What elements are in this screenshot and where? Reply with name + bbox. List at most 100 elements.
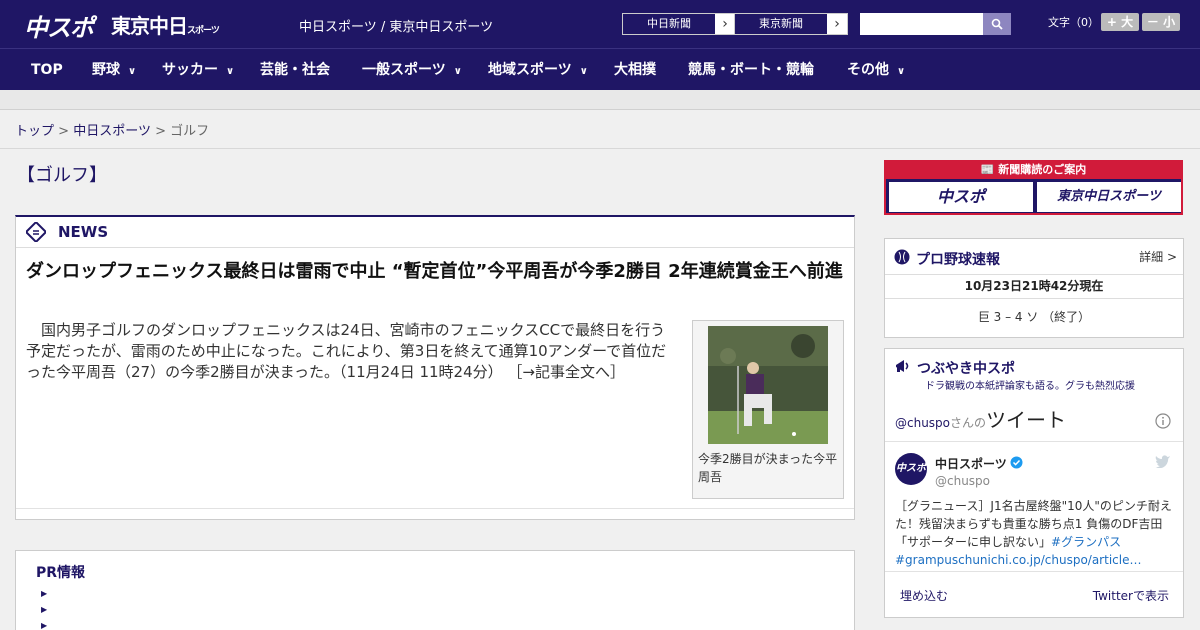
megaphone-icon	[896, 360, 909, 372]
nav-item-regional-sports[interactable]: 地域スポーツ ∨	[488, 49, 588, 91]
subscribe-header: 📰 新聞購読のご案内	[886, 160, 1181, 179]
tweets-heading: @chuspoさんのツイート	[895, 404, 1066, 433]
nav-item-sumo[interactable]: 大相撲	[614, 49, 656, 91]
golfer-image	[708, 326, 828, 444]
twitter-bird-icon[interactable]	[1155, 454, 1171, 468]
nav-item-entertainment[interactable]: 芸能・社会	[260, 49, 330, 91]
news-photo[interactable]	[708, 326, 828, 444]
subscribe-head-text: 新聞購読のご案内	[998, 163, 1087, 176]
main-nav: TOP 野球 ∨ サッカー ∨ 芸能・社会 一般スポーツ ∨ 地域スポーツ ∨ 大相撲 …	[0, 48, 1200, 90]
header-bar: 中スポ 東京中日スポーツ 中日スポーツ / 東京中日スポーツ 中日新聞 › 東京…	[0, 0, 1200, 48]
subscribe-chuspo-button[interactable]: 中スポ	[889, 182, 1033, 212]
chunichi-shimbun-label: 中日新聞	[623, 14, 715, 34]
nav-item-other[interactable]: その他 ∨	[847, 49, 905, 91]
tokyo-chunichi-logo[interactable]: 東京中日スポーツ	[111, 10, 220, 39]
chunichi-shimbun-link[interactable]: 中日新聞 ›	[622, 13, 736, 35]
news-label: NEWS	[58, 223, 109, 241]
avatar[interactable]: 中スポ	[895, 453, 927, 485]
chevron-down-icon: ∨	[226, 66, 235, 77]
nav-label: サッカー	[162, 62, 218, 78]
divider	[885, 571, 1183, 572]
embed-link[interactable]: 埋め込む	[900, 587, 948, 604]
chevron-down-icon: ∨	[453, 66, 462, 77]
pr-bullet-icon[interactable]: ▶	[41, 589, 47, 598]
news-headline[interactable]: ダンロップフェニックス最終日は雷雨で中止 “暫定首位”今平周吾が今季2勝目 2年…	[26, 259, 846, 284]
nav-label: 大相撲	[614, 62, 656, 78]
search-input[interactable]	[860, 13, 983, 35]
nav-label: TOP	[31, 62, 63, 78]
nav-label: 芸能・社会	[260, 62, 330, 78]
subscribe-banner: 📰 新聞購読のご案内 中スポ 東京中日スポーツ	[884, 160, 1183, 215]
baseball-icon	[894, 249, 910, 265]
tokyo-shimbun-label: 東京新聞	[735, 14, 827, 34]
nav-item-general-sports[interactable]: 一般スポーツ ∨	[362, 49, 462, 91]
nav-label: 地域スポーツ	[488, 62, 572, 78]
tweet-account-name[interactable]: 中日スポーツ	[935, 455, 1007, 472]
divider	[16, 508, 854, 509]
tweet-link[interactable]: #grampuschunichi.co.jp/chuspo/article…	[895, 553, 1141, 567]
baseball-detail-link[interactable]: 詳細 >	[1139, 248, 1177, 265]
tweets-box: つぶやき中スポ ドラ観戦の本紙評論家も語る。グラも熱烈応援 @chuspoさんの…	[884, 348, 1184, 618]
nav-item-soccer[interactable]: サッカー ∨	[162, 49, 234, 91]
info-icon[interactable]	[1155, 413, 1171, 429]
nav-item-top[interactable]: TOP	[31, 49, 63, 91]
verified-icon	[1010, 456, 1023, 469]
tweets-word: ツイート	[986, 408, 1067, 432]
newspaper-icon: 📰	[980, 163, 995, 176]
pr-bullet-icon[interactable]: ▶	[41, 605, 47, 614]
chevron-right-icon: ›	[827, 14, 847, 34]
tweets-subtitle: ドラ観戦の本紙評論家も語る。グラも熱烈応援	[925, 381, 1135, 392]
logo2-text: 東京中日	[111, 14, 188, 38]
baseball-score[interactable]: 巨 3 – 4 ソ （終了）	[885, 299, 1183, 335]
baseball-timestamp: 10月23日21時42分現在	[885, 275, 1183, 299]
divider	[885, 441, 1183, 442]
pr-box: PR情報 ▶ ▶ ▶	[15, 550, 855, 630]
pr-title: PR情報	[36, 565, 86, 581]
tweets-handle-suffix: さんの	[950, 416, 987, 430]
baseball-header: プロ野球速報 詳細 >	[885, 239, 1183, 275]
news-body[interactable]: 国内男子ゴルフのダンロップフェニックスは24日、宮崎市のフェニックスCCで最終日…	[26, 320, 678, 383]
tweet-account-handle[interactable]: @chuspo	[935, 474, 990, 488]
chuspo-logo[interactable]: 中スポ	[24, 8, 94, 43]
chevron-down-icon: ∨	[579, 66, 588, 77]
baseball-title: プロ野球速報	[916, 252, 1000, 268]
chevron-right-icon: ›	[715, 14, 735, 34]
font-bigger-button[interactable]: + 大	[1101, 13, 1139, 31]
photo-caption: 今季2勝目が決まった今平周吾	[698, 452, 838, 484]
search-button[interactable]	[983, 13, 1011, 35]
page-title: 【ゴルフ】	[17, 165, 107, 186]
nav-label: その他	[847, 62, 889, 78]
site-title: 中日スポーツ / 東京中日スポーツ	[299, 20, 494, 35]
subscribe-tokyo-button[interactable]: 東京中日スポーツ	[1037, 182, 1181, 212]
nav-item-racing[interactable]: 競馬・ボート・競輪	[688, 49, 814, 91]
tweets-title: つぶやき中スポ	[917, 361, 1015, 377]
breadcrumb-sep: >	[58, 124, 70, 139]
tweet-body: ［グラニュース］J1名古屋終盤"10人"のピンチ耐えた！残留決まらずも貴重な勝ち…	[895, 499, 1172, 549]
tokyo-shimbun-link[interactable]: 東京新聞 ›	[734, 13, 848, 35]
breadcrumb-section[interactable]: 中日スポーツ	[73, 124, 151, 139]
news-box: NEWS ダンロップフェニックス最終日は雷雨で中止 “暫定首位”今平周吾が今季2…	[15, 215, 855, 520]
view-on-twitter-link[interactable]: Twitterで表示	[1093, 587, 1169, 604]
divider	[0, 148, 1200, 149]
font-size-label: 文字（0）	[1048, 16, 1099, 29]
pr-bullet-icon[interactable]: ▶	[41, 621, 47, 630]
logo2-small-text: スポーツ	[187, 26, 220, 36]
search-icon	[991, 18, 1003, 30]
nav-label: 一般スポーツ	[362, 62, 446, 78]
tweet-text[interactable]: ［グラニュース］J1名古屋終盤"10人"のピンチ耐えた！残留決まらずも貴重な勝ち…	[895, 497, 1177, 569]
chevron-down-icon: ∨	[897, 66, 906, 77]
news-photo-box: 今季2勝目が決まった今平周吾	[692, 320, 844, 499]
nav-item-baseball[interactable]: 野球 ∨	[92, 49, 136, 91]
breadcrumb-top[interactable]: トップ	[15, 124, 54, 139]
baseball-scores-box: プロ野球速報 詳細 > 10月23日21時42分現在 巨 3 – 4 ソ （終了…	[884, 238, 1184, 338]
nav-label: 野球	[92, 62, 120, 78]
tweet-hashtag[interactable]: #グランパス	[1051, 535, 1121, 549]
breadcrumb-current: ゴルフ	[170, 124, 210, 139]
chevron-down-icon: ∨	[128, 66, 137, 77]
breadcrumb-sep: >	[155, 124, 166, 139]
news-header: NEWS	[16, 217, 854, 248]
breadcrumb: トップ > 中日スポーツ > ゴルフ	[15, 120, 209, 139]
font-smaller-button[interactable]: － 小	[1142, 13, 1180, 31]
tweets-handle-link[interactable]: @chuspo	[895, 416, 950, 430]
nav-label: 競馬・ボート・競輪	[688, 62, 814, 78]
